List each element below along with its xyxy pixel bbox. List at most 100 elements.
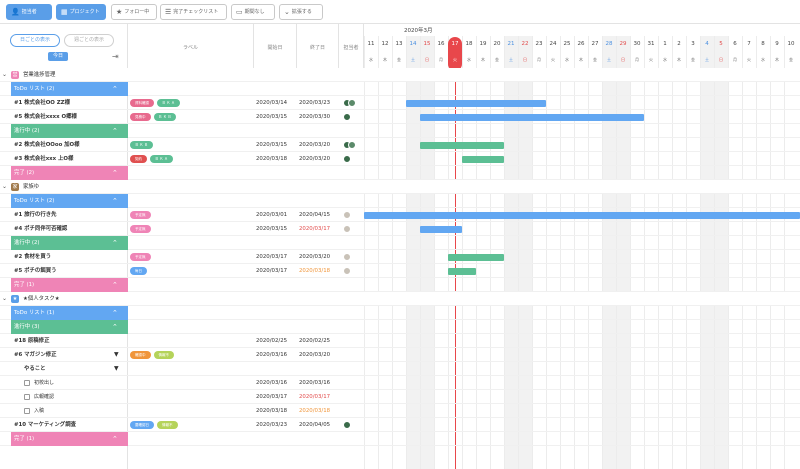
label-tag[interactable]: 情報不 <box>153 351 174 359</box>
label-tag[interactable]: 資料確認 <box>130 99 154 107</box>
start-date[interactable]: 2020/03/15 <box>256 138 287 152</box>
section-header[interactable]: 完了 (2) ⌃ <box>0 166 800 180</box>
label-tag[interactable]: 予定無 <box>130 225 151 233</box>
task-name[interactable]: やること <box>24 362 46 376</box>
label-tag[interactable]: 予定無 <box>130 211 151 219</box>
following-filter-button[interactable]: ★ フォロー中 <box>111 4 157 20</box>
end-date[interactable]: 2020/04/05 <box>299 418 330 432</box>
gantt-bar[interactable] <box>420 226 462 233</box>
task-row[interactable]: 広報確認 2020/03/17 2020/03/17 <box>0 390 800 404</box>
task-name[interactable]: #5 ポチの餌買う <box>14 264 57 278</box>
task-name[interactable]: #2 食材を買う <box>14 250 51 264</box>
owner-avatar[interactable] <box>343 253 351 261</box>
end-date[interactable]: 2020/03/20 <box>299 152 330 166</box>
subtask-name[interactable]: 初校出し <box>34 376 54 390</box>
gantt-bar[interactable] <box>448 268 476 275</box>
label-tag[interactable]: Ｂ Ｋ Ｂ <box>153 113 177 121</box>
label-tag[interactable]: Ｂ Ｋ Ｂ <box>130 141 153 149</box>
start-date[interactable]: 2020/03/18 <box>256 404 287 418</box>
end-date[interactable]: 2020/02/25 <box>299 334 330 348</box>
collapse-chevron-icon[interactable]: ⌄ <box>2 68 7 82</box>
chevron-up-icon[interactable]: ⌃ <box>112 166 118 180</box>
end-date[interactable]: 2020/03/18 <box>299 404 330 418</box>
task-row[interactable]: #6 マガジン修正 ▼ 確認中 情報不 2020/03/16 2020/03/20 <box>0 348 800 362</box>
task-name[interactable]: #3 株式会社xxx 上O様 <box>14 152 73 166</box>
task-name[interactable]: #1 株式会社OO ZZ様 <box>14 96 70 110</box>
label-tag[interactable]: 要確認日 <box>130 421 154 429</box>
owner-avatar[interactable] <box>343 113 351 121</box>
end-date[interactable]: 2020/03/20 <box>299 348 330 362</box>
task-row[interactable]: #2 食材を買う 予定無 2020/03/17 2020/03/20 <box>0 250 800 264</box>
start-date[interactable]: 2020/03/15 <box>256 222 287 236</box>
label-tag[interactable]: 確認中 <box>130 351 151 359</box>
start-date[interactable]: 2020/03/14 <box>256 96 287 110</box>
section-header[interactable]: ToDo リスト (2) ⌃ <box>0 82 800 96</box>
task-name[interactable]: #1 旅行の行き先 <box>14 208 57 222</box>
subtask-checkbox[interactable] <box>24 394 30 400</box>
task-row[interactable]: #18 原稿修正 2020/02/25 2020/02/25 <box>0 334 800 348</box>
start-date[interactable]: 2020/03/17 <box>256 264 287 278</box>
gantt-bar[interactable] <box>364 212 800 219</box>
task-name[interactable]: #2 株式会社OOoo 加O様 <box>14 138 80 152</box>
label-tag[interactable]: Ｂ Ｋ Ａ <box>150 155 173 163</box>
gantt-bar[interactable] <box>448 254 504 261</box>
owner-avatar[interactable] <box>348 99 356 107</box>
dropdown-arrow-icon[interactable]: ▼ <box>114 362 119 376</box>
task-row[interactable]: やること ▼ <box>0 362 800 376</box>
expand-button[interactable]: ⌄ 拡張する <box>279 4 323 20</box>
chevron-up-icon[interactable]: ⌃ <box>112 306 118 320</box>
start-date[interactable]: 2020/03/17 <box>256 390 287 404</box>
owner-filter-button[interactable]: 👤 担当者 <box>6 4 52 20</box>
end-date[interactable]: 2020/03/17 <box>299 390 330 404</box>
owner-avatar[interactable] <box>343 267 351 275</box>
subtask-checkbox[interactable] <box>24 380 30 386</box>
section-header[interactable]: ToDo リスト (1) ⌃ <box>0 306 800 320</box>
end-date[interactable]: 2020/03/20 <box>299 250 330 264</box>
start-date[interactable]: 2020/03/16 <box>256 348 287 362</box>
dropdown-arrow-icon[interactable]: ▼ <box>114 348 119 362</box>
project-group-row[interactable]: ⌄ 営営業進捗管理 <box>0 68 800 82</box>
end-date[interactable]: 2020/03/16 <box>299 376 330 390</box>
collapse-panel-icon[interactable]: ⇥ <box>112 52 119 61</box>
task-row[interactable]: #3 株式会社xxx 上O様 契約 Ｂ Ｋ Ａ 2020/03/18 2020/03/2… <box>0 152 800 166</box>
chevron-up-icon[interactable]: ⌃ <box>112 82 118 96</box>
subtask-name[interactable]: 入稿 <box>34 404 44 418</box>
end-date[interactable]: 2020/03/23 <box>299 96 330 110</box>
task-name[interactable]: #18 原稿修正 <box>14 334 49 348</box>
section-header[interactable]: 進行中 (2) ⌃ <box>0 236 800 250</box>
project-filter-button[interactable]: ▦ プロジェクト <box>56 4 106 20</box>
start-date[interactable]: 2020/03/18 <box>256 152 287 166</box>
owner-avatar[interactable] <box>348 141 356 149</box>
section-header[interactable]: ToDo リスト (2) ⌃ <box>0 194 800 208</box>
gantt-bar[interactable] <box>420 114 644 121</box>
start-date[interactable]: 2020/03/15 <box>256 110 287 124</box>
end-date[interactable]: 2020/04/15 <box>299 208 330 222</box>
label-tag[interactable]: 予定無 <box>130 253 151 261</box>
task-row[interactable]: #5 ポチの餌買う 毎日 2020/03/17 2020/03/18 <box>0 264 800 278</box>
task-row[interactable]: #10 マーケティング調査 要確認日 情報不 2020/03/23 2020/04/05 <box>0 418 800 432</box>
section-header[interactable]: 完了 (1) ⌃ <box>0 278 800 292</box>
task-row[interactable]: #1 株式会社OO ZZ様 資料確認 Ｂ Ｋ Ａ 2020/03/14 2020/03/… <box>0 96 800 110</box>
collapse-chevron-icon[interactable]: ⌄ <box>2 292 7 306</box>
owner-avatar[interactable] <box>343 421 351 429</box>
done-checklist-button[interactable]: ☰ 完了チェックリスト <box>160 4 227 20</box>
task-name[interactable]: #4 ポチ同伴可否確認 <box>14 222 67 236</box>
gantt-bar[interactable] <box>406 100 546 107</box>
section-header[interactable]: 進行中 (2) ⌃ <box>0 124 800 138</box>
today-button[interactable]: 今日 <box>48 52 68 61</box>
subtask-checkbox[interactable] <box>24 408 30 414</box>
task-name[interactable]: #10 マーケティング調査 <box>14 418 76 432</box>
label-tag[interactable]: 情報不 <box>157 421 178 429</box>
start-date[interactable]: 2020/03/16 <box>256 376 287 390</box>
task-row[interactable]: #5 株式会社xxxx O郷様 見積中 Ｂ Ｋ Ｂ 2020/03/15 2020/03… <box>0 110 800 124</box>
start-date[interactable]: 2020/03/17 <box>256 250 287 264</box>
task-row[interactable]: 入稿 2020/03/18 2020/03/18 <box>0 404 800 418</box>
no-period-button[interactable]: ▭ 期間なし <box>231 4 275 20</box>
collapse-chevron-icon[interactable]: ⌄ <box>2 180 7 194</box>
chevron-up-icon[interactable]: ⌃ <box>112 432 118 446</box>
day-view-toggle[interactable]: 日ごとの表示 <box>10 34 60 47</box>
owner-avatar[interactable] <box>343 211 351 219</box>
label-tag[interactable]: 契約 <box>130 155 147 163</box>
start-date[interactable]: 2020/03/23 <box>256 418 287 432</box>
chevron-up-icon[interactable]: ⌃ <box>112 236 118 250</box>
